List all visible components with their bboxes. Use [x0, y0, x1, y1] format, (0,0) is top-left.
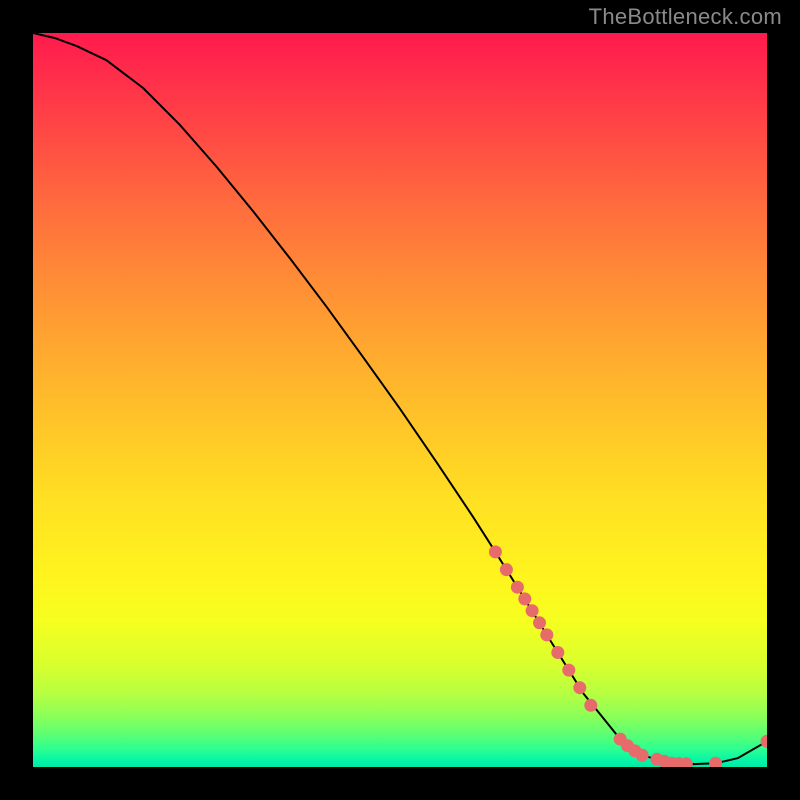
curve-point — [489, 545, 502, 558]
curve-point — [709, 757, 722, 767]
attribution-label: TheBottleneck.com — [589, 4, 782, 30]
curve-point — [511, 581, 524, 594]
curve-markers — [489, 545, 767, 767]
main-curve — [33, 33, 767, 764]
curve-point — [526, 604, 539, 617]
curve-point — [761, 735, 768, 748]
curve-point — [551, 646, 564, 659]
curve-point — [584, 699, 597, 712]
curve-point — [533, 616, 546, 629]
curve-point — [636, 749, 649, 762]
curve-point — [518, 592, 531, 605]
curve-point — [540, 628, 553, 641]
curve-point — [500, 563, 513, 576]
curve-point — [562, 664, 575, 677]
curve-point — [573, 681, 586, 694]
plot-area — [33, 33, 767, 767]
chart-container: TheBottleneck.com — [0, 0, 800, 800]
curve-layer — [33, 33, 767, 767]
